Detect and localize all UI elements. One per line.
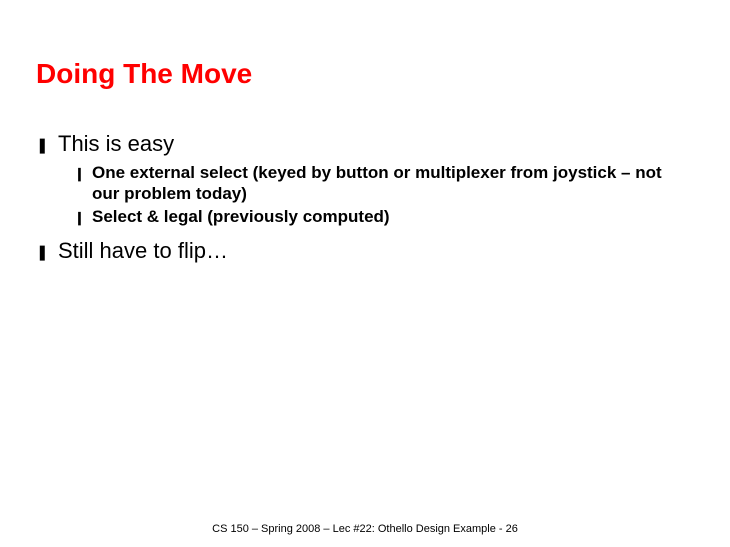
bullet-text: This is easy	[58, 130, 174, 158]
bullet-icon: ❙	[74, 210, 86, 226]
bullet-text: Still have to flip…	[58, 237, 228, 265]
bullet-icon: ❙	[74, 166, 86, 182]
bullet-level2: ❙ Select & legal (previously computed)	[74, 206, 694, 227]
slide-body: ❚ This is easy ❙ One external select (ke…	[36, 130, 694, 269]
bullet-icon: ❚	[36, 244, 50, 263]
bullet-text: Select & legal (previously computed)	[92, 206, 390, 227]
slide-title: Doing The Move	[36, 58, 252, 90]
sub-bullet-group: ❙ One external select (keyed by button o…	[74, 162, 694, 228]
bullet-icon: ❚	[36, 137, 50, 156]
slide-footer: CS 150 – Spring 2008 – Lec #22: Othello …	[0, 523, 730, 535]
bullet-level1: ❚ Still have to flip…	[36, 237, 694, 265]
slide: Doing The Move ❚ This is easy ❙ One exte…	[0, 0, 730, 547]
bullet-text: One external select (keyed by button or …	[92, 162, 692, 205]
bullet-level1: ❚ This is easy	[36, 130, 694, 158]
bullet-level2: ❙ One external select (keyed by button o…	[74, 162, 694, 205]
